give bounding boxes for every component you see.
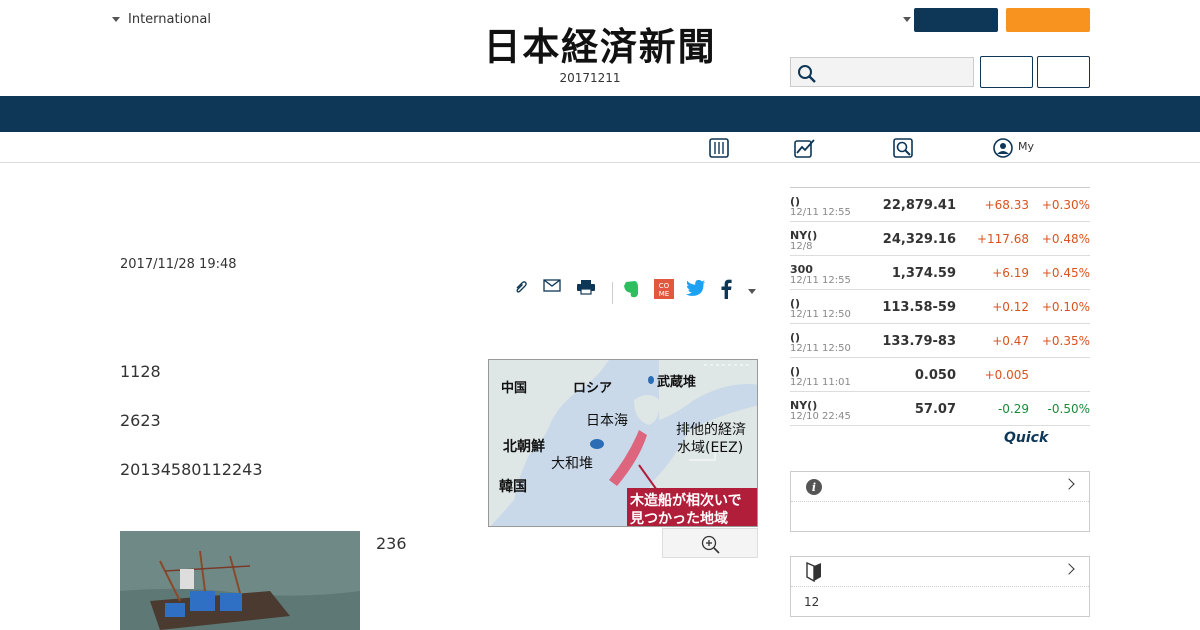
svg-text:i: i [812,481,816,494]
beginner-box-header[interactable] [791,557,1089,587]
info-box[interactable]: i [790,471,1090,532]
market-change: +0.005 [984,368,1029,382]
newspaper-icon[interactable] [709,138,729,158]
market-row[interactable]: NY() 12/10 22:45 57.07 -0.29 -0.50% [790,392,1090,426]
print-icon[interactable] [576,279,596,295]
market-change: -0.29 [997,402,1029,416]
edition-date: 20171211 [559,71,621,85]
quick-logo[interactable]: Quick [1004,430,1048,446]
search-article-icon[interactable] [893,138,913,158]
market-row[interactable]: () 12/11 12:50 133.79-83 +0.47 +0.35% [790,324,1090,358]
main-navigation-bar[interactable] [0,96,1200,132]
more-share-caret-icon[interactable] [748,289,756,294]
info-box-body [791,502,1089,532]
subscribe-button[interactable] [914,8,998,32]
market-time: 12/11 11:01 [790,377,851,388]
article-paragraph: 2623 [120,411,161,430]
market-value: 22,879.41 [882,198,956,213]
share-divider [612,282,613,304]
user-icon[interactable] [993,138,1013,158]
article-map-image[interactable]: 中国 ロシア 武蔵堆 日本海 排他的経済 水域(EEZ) 北朝鮮 大和堆 韓国 … [488,359,758,527]
article-photo[interactable] [120,531,360,630]
beginner-mark-icon [806,562,821,582]
map-label-north-korea: 北朝鮮 [503,438,545,455]
beginner-box[interactable]: 12 [790,556,1090,617]
map-caption-line2: 見つかった地域 [629,510,728,527]
chevron-right-icon [1063,478,1075,490]
market-percent: -0.50% [1047,402,1090,416]
market-row[interactable]: 300 12/11 12:55 1,374.59 +6.19 +0.45% [790,256,1090,290]
market-row[interactable]: () 12/11 12:50 113.58-59 +0.12 +0.10% [790,290,1090,324]
twitter-icon[interactable] [686,279,706,297]
international-label: International [128,12,211,27]
zoom-in-icon [701,535,720,554]
caret-down-icon [112,17,120,22]
beginner-box-text: 12 [804,595,820,609]
boat-photo-graphic [120,531,360,630]
market-value: 57.07 [914,402,956,417]
info-box-header[interactable]: i [791,472,1089,502]
market-value: 1,374.59 [891,266,956,281]
market-percent: +0.10% [1041,300,1090,314]
international-link[interactable]: International [112,12,211,27]
market-time: 12/11 12:55 [790,207,851,218]
clip-icon[interactable] [513,279,529,295]
market-time: 12/11 12:55 [790,275,851,286]
market-row[interactable]: NY() 12/8 24,329.16 +117.68 +0.48% [790,222,1090,256]
map-label-sea-of-japan: 日本海 [586,413,628,429]
market-percent: +0.30% [1041,198,1090,212]
market-row[interactable]: () 12/11 12:55 22,879.41 +68.33 +0.30% [790,188,1090,222]
trial-button[interactable] [1006,8,1090,32]
article-paragraph: 20134580112243 [120,460,263,479]
market-change: +0.47 [992,334,1029,348]
market-change: +6.19 [992,266,1029,280]
map-graphic: 中国 ロシア 武蔵堆 日本海 排他的経済 水域(EEZ) 北朝鮮 大和堆 韓国 … [489,360,757,527]
register-button[interactable] [1037,56,1090,88]
market-percent: +0.35% [1041,334,1090,348]
market-percent: +0.48% [1041,232,1090,246]
mail-icon[interactable] [543,279,561,293]
evernote-icon[interactable] [622,279,640,299]
comemo-icon[interactable]: CO ME [654,279,674,299]
map-caption-line1: 木造船が相次いで [629,492,742,509]
map-label-korea: 韓国 [499,478,527,495]
market-value: 24,329.16 [882,232,956,247]
map-label-musashi: 武蔵堆 [657,374,696,390]
market-change: +117.68 [976,232,1029,246]
market-time: 12/8 [790,241,813,252]
market-percent: +0.45% [1041,266,1090,280]
facebook-icon[interactable] [720,279,732,299]
zoom-button[interactable] [662,528,758,558]
market-change: +0.12 [992,300,1029,314]
site-logo[interactable]: 日本経済新聞 [456,26,743,68]
info-icon: i [806,479,822,495]
login-button[interactable] [980,56,1033,88]
caret-down-icon[interactable] [903,17,911,22]
search-input[interactable] [790,57,974,87]
map-label-eez: 排他的経済 [676,422,746,438]
published-date: 2017/11/28 19:48 [120,257,237,272]
search-icon[interactable] [797,64,817,84]
chart-icon[interactable] [794,138,816,158]
chevron-right-icon [1063,563,1075,575]
market-value: 0.050 [914,368,956,383]
market-row[interactable]: () 12/11 11:01 0.050 +0.005 [790,358,1090,392]
map-label-yamato: 大和堆 [551,456,593,472]
market-time: 12/10 22:45 [790,411,851,422]
svg-text:ME: ME [659,290,669,298]
market-value: 113.58-59 [882,300,956,315]
map-label-eez2: 水域(EEZ) [677,440,743,456]
map-label-china: 中国 [501,380,527,396]
article-paragraph: 1128 [120,362,161,381]
market-time: 12/11 12:50 [790,343,851,354]
market-value: 133.79-83 [882,334,956,349]
market-change: +68.33 [984,198,1029,212]
map-label-russia: ロシア [573,381,612,396]
svg-text:CO: CO [659,282,670,290]
photo-caption: 236 [376,534,407,553]
market-time: 12/11 12:50 [790,309,851,320]
beginner-box-body: 12 [791,587,1089,617]
my-page-link[interactable]: My [1018,140,1034,153]
